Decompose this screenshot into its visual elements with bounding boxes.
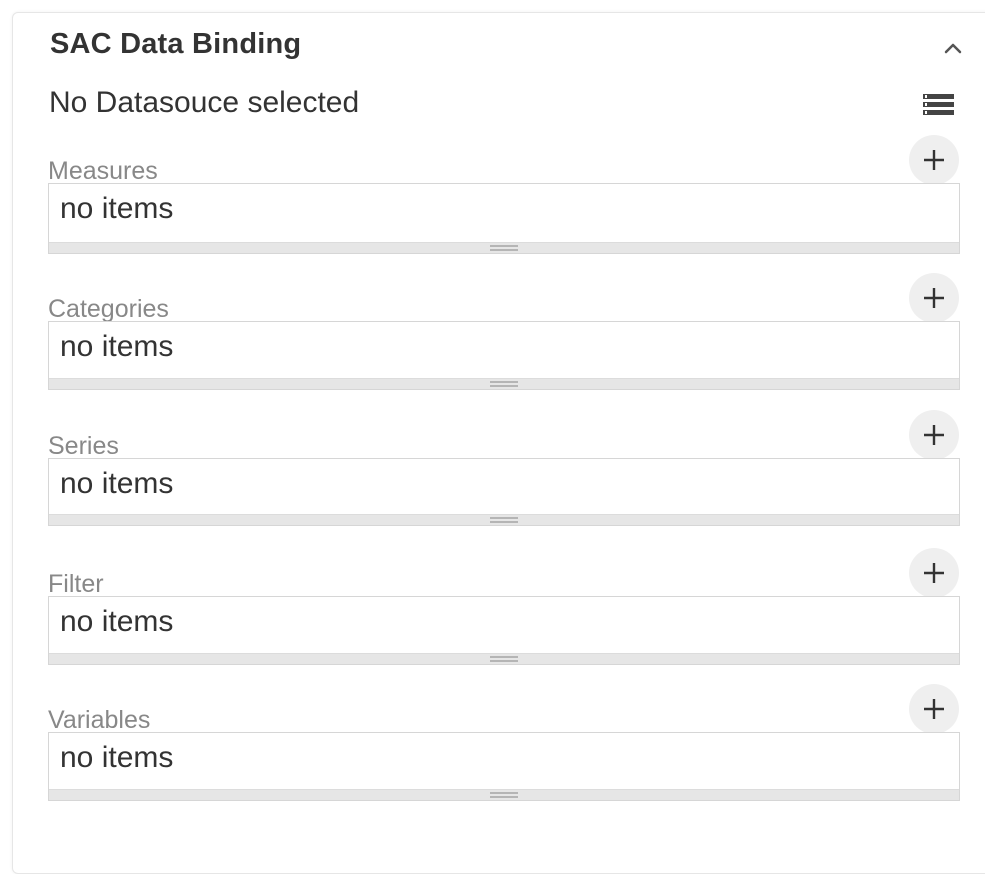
categories-drop-zone[interactable]: no items	[48, 321, 960, 390]
measures-drop-zone[interactable]: no items	[48, 183, 960, 254]
section-measures: Measures no items	[48, 135, 960, 281]
add-filter-button[interactable]	[909, 548, 959, 598]
filter-empty-text: no items	[60, 605, 174, 638]
add-measure-button[interactable]	[909, 135, 959, 185]
add-category-button[interactable]	[909, 273, 959, 323]
section-filter: Filter no items	[48, 548, 960, 694]
chevron-up-icon[interactable]	[938, 34, 968, 60]
series-drop-zone[interactable]: no items	[48, 458, 960, 526]
section-variables: Variables no items	[48, 684, 960, 830]
plus-icon	[924, 425, 944, 445]
variables-drop-zone[interactable]: no items	[48, 732, 960, 801]
plus-icon	[924, 150, 944, 170]
section-categories: Categories no items	[48, 273, 960, 419]
series-resize-handle[interactable]	[49, 514, 959, 525]
section-label-categories: Categories	[48, 295, 169, 323]
filter-drop-zone[interactable]: no items	[48, 596, 960, 665]
measures-empty-text: no items	[60, 192, 174, 225]
section-label-variables: Variables	[48, 706, 151, 734]
plus-icon	[924, 563, 944, 583]
section-series: Series no items	[48, 410, 960, 556]
grip-icon	[490, 656, 518, 662]
section-label-series: Series	[48, 432, 119, 460]
grip-icon	[490, 245, 518, 251]
add-variable-button[interactable]	[909, 684, 959, 734]
plus-icon	[924, 699, 944, 719]
variables-empty-text: no items	[60, 741, 174, 774]
plus-icon	[924, 288, 944, 308]
panel-title: SAC Data Binding	[50, 28, 302, 60]
measures-resize-handle[interactable]	[49, 242, 959, 253]
grip-icon	[490, 517, 518, 523]
add-series-button[interactable]	[909, 410, 959, 460]
grip-icon	[490, 381, 518, 387]
section-label-measures: Measures	[48, 157, 158, 185]
datasource-label: No Datasouce selected	[49, 86, 360, 119]
variables-resize-handle[interactable]	[49, 789, 959, 800]
list-icon[interactable]	[918, 92, 958, 120]
filter-resize-handle[interactable]	[49, 653, 959, 664]
grip-icon	[490, 792, 518, 798]
categories-empty-text: no items	[60, 330, 174, 363]
section-label-filter: Filter	[48, 570, 104, 598]
categories-resize-handle[interactable]	[49, 378, 959, 389]
series-empty-text: no items	[60, 467, 174, 500]
